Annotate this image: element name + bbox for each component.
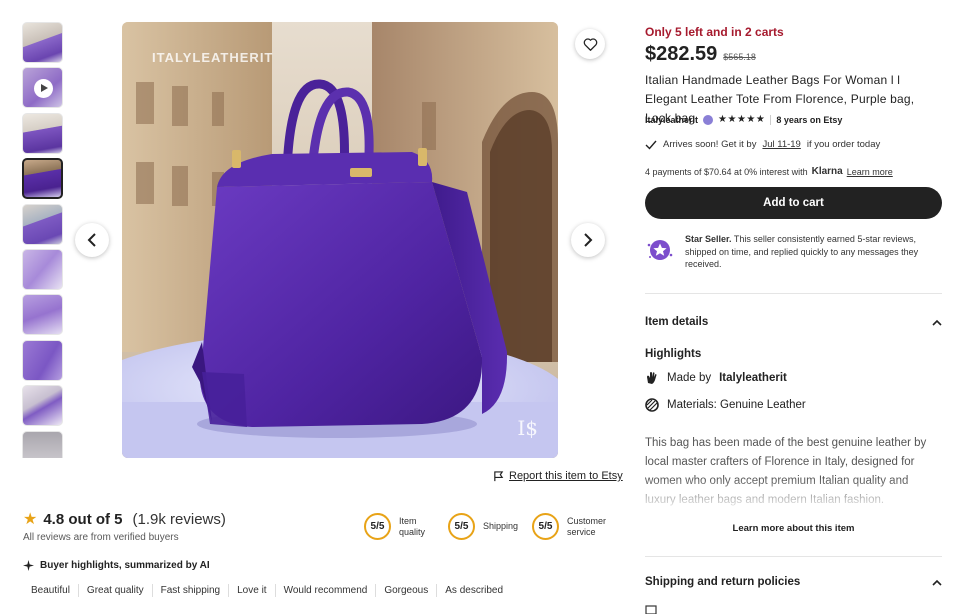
- shop-row: Italyleatherit ★★★★★ 8 years on Etsy: [645, 114, 942, 125]
- main-product-image[interactable]: ITALYLEATHERIT I$: [122, 22, 558, 458]
- star-seller-icon: [647, 240, 673, 260]
- tag-gorgeous[interactable]: Gorgeous: [376, 584, 438, 597]
- years-on-etsy: 8 years on Etsy: [770, 114, 842, 125]
- chevron-up-icon: [932, 579, 942, 586]
- metric-shipping: 5/5 Shipping: [448, 513, 518, 540]
- thumbnail-video[interactable]: [22, 67, 63, 109]
- star-seller-notice: Star Seller. This seller consistently ea…: [645, 233, 942, 271]
- shipping-policies-heading: Shipping and return policies: [645, 576, 801, 588]
- thumbnail-8[interactable]: [22, 339, 63, 381]
- next-image-button[interactable]: [571, 223, 605, 257]
- favorite-button[interactable]: [575, 29, 605, 59]
- metric-customer-service: 5/5 Customer service: [532, 513, 606, 540]
- divider: [645, 293, 942, 294]
- tag-as-described[interactable]: As described: [437, 584, 511, 597]
- chevron-up-icon: [932, 319, 942, 326]
- brand-monogram: I$: [517, 416, 538, 440]
- metric-label: Customer service: [567, 516, 607, 537]
- made-by-prefix: Made by: [667, 372, 712, 384]
- arrive-suffix: if you order today: [806, 139, 881, 150]
- stock-notice: Only 5 left and in 2 carts: [645, 25, 784, 39]
- metric-item-quality: 5/5 Item quality: [364, 513, 425, 540]
- ai-highlights-title: Buyer highlights, summarized by AI: [23, 560, 210, 571]
- klarna-learn-more-link[interactable]: Learn more: [847, 167, 893, 177]
- shipping-peek: [645, 604, 942, 614]
- learn-more-item-button[interactable]: Learn more about this item: [645, 523, 942, 534]
- tag-love-it[interactable]: Love it: [229, 584, 276, 597]
- sparkle-icon: [23, 560, 34, 571]
- flag-icon: [494, 470, 504, 481]
- payment-text: 4 payments of $70.64 at 0% interest with: [645, 166, 808, 177]
- delivery-estimate: Arrives soon! Get it by Jul 11-19 if you…: [645, 139, 942, 150]
- report-item-link[interactable]: Report this item to Etsy: [493, 470, 623, 482]
- material-icon: [645, 398, 659, 412]
- divider: [645, 556, 942, 557]
- arrive-date[interactable]: Jul 11-19: [762, 139, 800, 150]
- thumbnail-7[interactable]: [22, 294, 63, 336]
- item-details-toggle[interactable]: Item details: [645, 316, 942, 328]
- watermark-text: ITALYLEATHERIT: [152, 50, 274, 65]
- verified-note: All reviews are from verified buyers: [23, 532, 179, 543]
- rating-score: 4.8 out of 5: [43, 511, 123, 528]
- metric-label: Shipping: [483, 521, 519, 532]
- metric-value: 5/5: [448, 513, 475, 540]
- shop-rating-stars: ★★★★★: [718, 114, 766, 125]
- tag-fast-shipping[interactable]: Fast shipping: [153, 584, 230, 597]
- price-row: $282.59 $565.18: [645, 43, 942, 66]
- made-by-shop: Italyleatherit: [719, 372, 787, 384]
- review-count[interactable]: (1.9k reviews): [133, 511, 226, 528]
- materials-text: Materials: Genuine Leather: [667, 399, 806, 411]
- calendar-icon: [645, 605, 657, 614]
- shop-name-link[interactable]: Italyleatherit: [645, 115, 698, 125]
- thumbnail-4-selected[interactable]: [22, 158, 63, 200]
- report-link-text: Report this item to Etsy: [509, 470, 623, 482]
- metric-value: 5/5: [532, 513, 559, 540]
- tag-great-quality[interactable]: Great quality: [79, 584, 153, 597]
- thumbnail-5[interactable]: [22, 203, 63, 245]
- star-icon: ★: [23, 510, 38, 528]
- star-seller-title: Star Seller.: [685, 234, 732, 244]
- previous-image-button[interactable]: [75, 223, 109, 257]
- ai-highlights-text: Buyer highlights, summarized by AI: [40, 560, 210, 571]
- highlights-heading: Highlights: [645, 348, 702, 360]
- chevron-right-icon: [584, 233, 593, 247]
- purple-bag-photo: [122, 22, 558, 458]
- original-price: $565.18: [723, 52, 756, 62]
- made-by-row: Made by Italyleatherit: [645, 371, 942, 385]
- chevron-left-icon: [87, 233, 96, 247]
- rating-summary: ★ 4.8 out of 5 (1.9k reviews): [23, 511, 226, 528]
- tag-would-recommend[interactable]: Would recommend: [276, 584, 377, 597]
- thumbnail-9[interactable]: [22, 385, 63, 427]
- highlight-tags: Beautiful Great quality Fast shipping Lo…: [23, 584, 511, 597]
- thumbnail-strip: [22, 22, 64, 458]
- thumbnail-1[interactable]: [22, 22, 63, 63]
- star-seller-description: Star Seller. This seller consistently ea…: [685, 233, 942, 271]
- thumbnail-10[interactable]: [22, 430, 63, 458]
- star-seller-badge-icon: [703, 114, 714, 125]
- checkmark-icon: [645, 140, 657, 150]
- item-details-heading: Item details: [645, 316, 709, 328]
- heart-icon: [583, 38, 597, 51]
- thumbnail-3[interactable]: [22, 112, 63, 154]
- hand-icon: [647, 372, 657, 384]
- description-fade: [645, 478, 942, 512]
- materials-row: Materials: Genuine Leather: [645, 398, 942, 412]
- tag-beautiful[interactable]: Beautiful: [23, 584, 79, 597]
- arrive-prefix: Arrives soon! Get it by: [663, 139, 757, 150]
- klarna-logo: Klarna: [811, 166, 843, 177]
- play-icon: [34, 79, 53, 99]
- installment-info: 4 payments of $70.64 at 0% interest with…: [645, 166, 942, 177]
- metric-label: Item quality: [399, 516, 426, 537]
- shipping-policies-toggle[interactable]: Shipping and return policies: [645, 576, 942, 588]
- thumbnail-6[interactable]: [22, 248, 63, 290]
- current-price: $282.59: [645, 43, 718, 65]
- metric-value: 5/5: [364, 513, 391, 540]
- add-to-cart-button[interactable]: Add to cart: [645, 187, 942, 219]
